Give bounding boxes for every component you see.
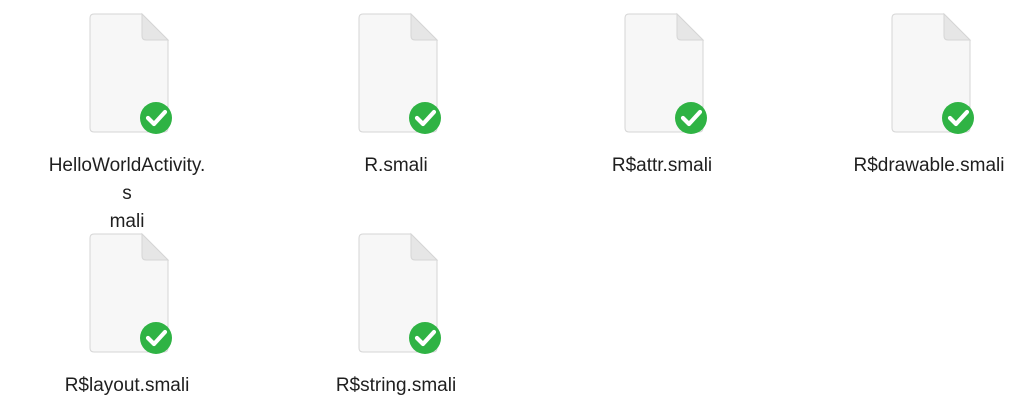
document-icon [89, 13, 182, 138]
file-item-r-layout[interactable]: R$layout.smali [37, 228, 217, 400]
file-name: R$attr.smali [611, 155, 713, 176]
checkmark-icon [675, 102, 707, 134]
file-item-r-attr[interactable]: R$attr.smali [572, 8, 752, 180]
file-name: HelloWorldActivity.s mali [48, 155, 206, 232]
document-icon [624, 13, 717, 138]
document-icon [358, 233, 451, 358]
document-icon [891, 13, 984, 138]
document-icon [358, 13, 451, 138]
file-item-r-drawable[interactable]: R$drawable.smali [839, 8, 1019, 180]
file-name: R$layout.smali [64, 375, 190, 396]
file-item-helloworldactivity[interactable]: HelloWorldActivity.s mali [37, 8, 217, 236]
file-name: R$string.smali [335, 375, 457, 396]
checkmark-icon [409, 102, 441, 134]
file-item-r-string[interactable]: R$string.smali [306, 228, 486, 400]
checkmark-icon [942, 102, 974, 134]
checkmark-icon [409, 322, 441, 354]
file-name: R$drawable.smali [853, 155, 1005, 176]
file-item-r[interactable]: R.smali [306, 8, 486, 180]
document-icon [89, 233, 182, 358]
file-name: R.smali [364, 155, 428, 176]
checkmark-icon [140, 322, 172, 354]
checkmark-icon [140, 102, 172, 134]
